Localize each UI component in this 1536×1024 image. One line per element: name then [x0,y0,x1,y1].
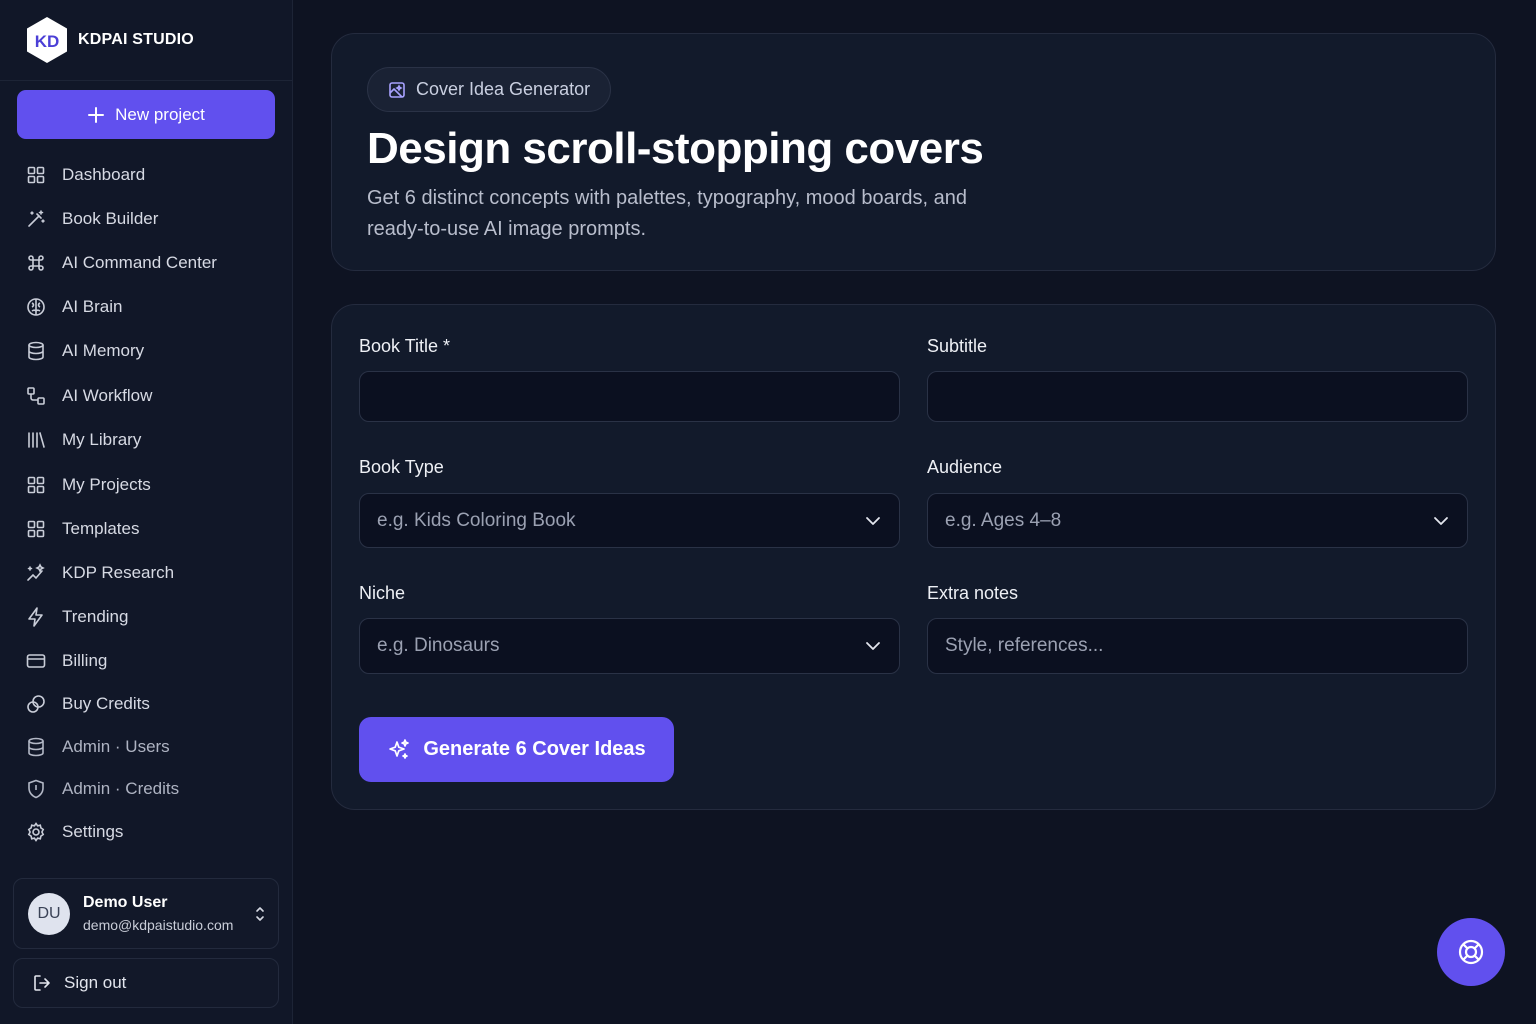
help-button[interactable] [1437,918,1505,986]
user-email: demo@kdpaistudio.com [83,917,234,933]
brand-logo: KD [24,15,70,65]
feature-badge-label: Cover Idea Generator [416,79,591,99]
new-project-button[interactable]: New project [17,90,275,139]
workflow-icon [26,386,46,406]
sidebar-item-label: Settings [62,822,124,841]
sidebar-item-book-builder[interactable]: Book Builder [14,200,278,238]
grid-icon [26,519,46,539]
sidebar-item-billing[interactable]: Billing [14,642,278,680]
niche-label: Niche [359,583,406,603]
sidebar-item-ai-brain[interactable]: AI Brain [14,288,278,326]
sign-out-button[interactable]: Sign out [13,958,279,1008]
user-name: Demo User [83,894,168,911]
sidebar-item-label: AI Command Center [62,253,217,272]
chevron-down-icon [865,641,881,651]
sidebar-item-label: Buy Credits [62,694,150,713]
generate-button-label: Generate 6 Cover Ideas [423,738,646,760]
sidebar-item-label: Book Builder [62,209,159,228]
chevron-up-down-icon [254,905,266,928]
sidebar-item-label: Trending [62,607,129,626]
extra-notes-label: Extra notes [927,583,1019,603]
sidebar-item-label: My Projects [62,475,151,494]
feature-badge: Cover Idea Generator [367,67,612,112]
subtitle-label: Subtitle [927,336,988,356]
database-icon [26,737,46,757]
sidebar-item-label: Dashboard [62,165,146,184]
sidebar-item-settings[interactable]: Settings [14,813,278,851]
sidebar-item-label: My Library [62,430,142,449]
new-project-label: New project [115,104,205,124]
sidebar: KD KDPAI STUDIO New project Dashboard Bo… [0,0,293,1024]
generate-cover-ideas-button[interactable]: Generate 6 Cover Ideas [359,717,674,782]
plus-icon [88,106,105,123]
sidebar-item-label: Admin · Credits [62,779,180,798]
user-menu[interactable]: DU Demo User demo@kdpaistudio.com [13,878,279,949]
library-icon [26,430,46,450]
sidebar-item-my-library[interactable]: My Library [14,421,278,459]
hero-card: Cover Idea Generator Design scroll-stopp… [331,33,1496,271]
chevron-down-icon [1433,516,1449,526]
sparkle-chart-icon [26,563,46,583]
page-title: Design scroll-stopping covers [367,124,984,173]
lifebuoy-icon [1458,939,1484,965]
sidebar-item-label: Billing [62,651,108,670]
audience-select[interactable]: e.g. Ages 4–8 [927,493,1468,548]
subtitle-input[interactable] [927,371,1468,422]
gear-icon [26,822,46,842]
extra-notes-placeholder: Style, references... [945,635,1104,656]
audience-label: Audience [927,457,1003,477]
sidebar-item-label: AI Memory [62,341,145,360]
sidebar-item-trending[interactable]: Trending [14,598,278,636]
sidebar-item-ai-workflow[interactable]: AI Workflow [14,377,278,415]
page-description: Get 6 distinct concepts with palettes, t… [367,187,967,240]
bolt-icon [26,607,46,627]
sidebar-item-label: Templates [62,519,140,538]
sidebar-item-my-projects[interactable]: My Projects [14,466,278,504]
sidebar-item-admin-credits[interactable]: Admin · Credits [14,770,278,808]
sidebar-item-label: AI Workflow [62,386,153,405]
cover-form: Book Title * Subtitle Book Type e.g. Kid… [331,304,1496,810]
sidebar-item-label: KDP Research [62,563,175,582]
command-icon [26,253,46,273]
grid-icon [26,475,46,495]
shield-icon [26,779,46,799]
chevron-down-icon [865,516,881,526]
book-title-input[interactable] [359,371,900,422]
sidebar-item-templates[interactable]: Templates [14,510,278,548]
brand[interactable]: KD KDPAI STUDIO [0,0,292,81]
coins-icon [26,694,46,714]
sidebar-item-dashboard[interactable]: Dashboard [14,156,278,194]
sidebar-item-admin-users[interactable]: Admin · Users [14,728,278,766]
book-type-select[interactable]: e.g. Kids Coloring Book [359,493,900,548]
card-icon [26,651,46,671]
sidebar-item-label: AI Brain [62,297,123,316]
image-sparkle-icon [389,81,405,98]
book-title-label: Book Title * [359,336,451,356]
audience-placeholder: e.g. Ages 4–8 [945,509,1062,531]
grid-icon [26,165,46,185]
svg-text:KD: KD [35,32,60,51]
avatar: DU [28,892,70,935]
brand-name: KDPAI STUDIO [78,31,194,48]
sidebar-item-kdp-research[interactable]: KDP Research [14,554,278,592]
book-type-placeholder: e.g. Kids Coloring Book [377,509,576,531]
sidebar-item-label: Admin · Users [62,737,170,756]
book-type-label: Book Type [359,457,444,477]
wand-icon [26,209,46,229]
extra-notes-input[interactable]: Style, references... [927,618,1468,674]
sidebar-item-ai-command-center[interactable]: AI Command Center [14,244,278,282]
sidebar-item-buy-credits[interactable]: Buy Credits [14,685,278,723]
sidebar-item-ai-memory[interactable]: AI Memory [14,332,278,370]
sparkles-icon [389,738,410,759]
niche-placeholder: e.g. Dinosaurs [377,635,500,656]
logout-icon [32,973,52,993]
niche-select[interactable]: e.g. Dinosaurs [359,618,900,674]
database-icon [26,341,46,361]
brain-icon [26,297,46,317]
sign-out-label: Sign out [64,973,127,992]
